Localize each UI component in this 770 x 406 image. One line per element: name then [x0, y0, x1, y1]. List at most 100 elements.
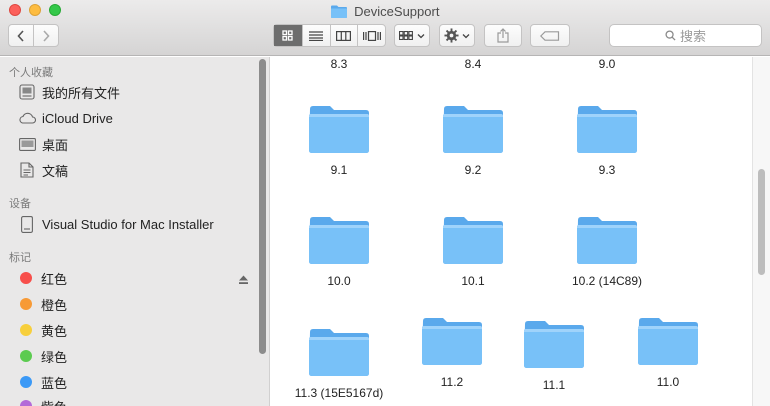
yellow-tag-dot	[20, 324, 32, 336]
gear-icon	[444, 28, 459, 43]
folder-item[interactable]: 10.1	[418, 215, 528, 288]
forward-button[interactable]	[33, 25, 58, 46]
chevron-down-icon	[462, 33, 470, 38]
share-button[interactable]	[484, 24, 522, 47]
desktop-icon	[18, 136, 36, 152]
green-tag-dot	[20, 350, 32, 362]
gallery-view-button[interactable]	[357, 25, 385, 46]
folder-label: 10.2 (14C89)	[571, 274, 643, 288]
sidebar-tag-blue[interactable]: 蓝色	[18, 371, 67, 393]
folder-label[interactable]: 8.3	[284, 57, 394, 71]
document-icon	[18, 162, 36, 178]
navigation-buttons	[8, 24, 59, 47]
folder-item[interactable]: 11.2	[397, 316, 507, 389]
sidebar-item-all-files[interactable]: 我的所有文件	[18, 81, 120, 103]
sidebar-item-label: 蓝色	[41, 375, 68, 391]
sidebar-item-vs-installer[interactable]: Visual Studio for Mac Installer	[18, 213, 214, 235]
folder-icon	[524, 321, 584, 368]
folder-label: 11.1	[542, 378, 566, 392]
sidebar: 个人收藏 我的所有文件 iCloud Drive 桌面 文稿 设备 Visual…	[0, 57, 270, 406]
coverflow-icon	[362, 30, 381, 41]
folder-item[interactable]: 10.0	[284, 215, 394, 288]
orange-tag-dot	[20, 298, 32, 310]
sidebar-tag-red[interactable]: 红色	[18, 267, 67, 289]
search-input[interactable]: 搜索	[609, 24, 762, 47]
folder-label[interactable]: 9.0	[552, 57, 662, 71]
favorites-header: 个人收藏	[9, 67, 53, 79]
disk-icon	[18, 215, 36, 233]
sidebar-tag-yellow[interactable]: 黄色	[18, 319, 67, 341]
sidebar-item-desktop[interactable]: 桌面	[18, 133, 68, 155]
folder-icon	[309, 106, 369, 153]
window-title: DeviceSupport	[354, 4, 440, 20]
folder-item[interactable]: 9.1	[284, 104, 394, 177]
folder-label: 9.3	[598, 163, 616, 177]
blue-tag-dot	[20, 376, 32, 388]
folder-icon	[422, 318, 482, 365]
sidebar-tag-orange[interactable]: 橙色	[18, 293, 67, 315]
folder-icon	[443, 217, 503, 264]
icon-view-button[interactable]	[274, 25, 302, 46]
folder-item[interactable]: 11.0	[613, 316, 723, 389]
folder-label: 9.1	[330, 163, 348, 177]
folder-label: 11.0	[656, 375, 680, 389]
folder-label: 10.1	[461, 274, 485, 288]
folder-item[interactable]: 10.2 (14C89)	[552, 215, 662, 288]
share-icon	[497, 28, 509, 43]
all-files-icon	[18, 84, 36, 100]
edit-tags-button[interactable]	[530, 24, 570, 47]
list-view-button[interactable]	[301, 25, 330, 46]
folder-icon	[577, 217, 637, 264]
action-menu-button[interactable]	[439, 24, 475, 47]
tags-header: 标记	[9, 252, 31, 264]
folder-item[interactable]: 9.3	[552, 104, 662, 177]
sidebar-item-icloud-drive[interactable]: iCloud Drive	[18, 107, 113, 129]
sidebar-item-label: 桌面	[42, 137, 69, 153]
sidebar-item-label: iCloud Drive	[42, 110, 113, 126]
folder-icon	[577, 106, 637, 153]
search-icon	[665, 30, 676, 41]
window-toolbar: DeviceSupport 搜索	[0, 0, 770, 56]
file-browser: 8.3 8.4 9.0 9.1 9.2 9.3 10.0 10.1 10.2 (…	[271, 57, 770, 406]
eject-icon[interactable]	[238, 275, 249, 285]
folder-item[interactable]: 11.1	[499, 319, 609, 392]
column-view-button[interactable]	[329, 25, 358, 46]
sidebar-tag-purple[interactable]: 紫色	[18, 395, 67, 406]
folder-label: 10.0	[327, 274, 351, 288]
search-placeholder: 搜索	[679, 29, 706, 44]
chevron-down-icon	[417, 33, 425, 38]
sidebar-item-label: 红色	[41, 271, 68, 287]
sidebar-item-label: 黄色	[41, 323, 68, 339]
folder-label: 9.2	[464, 163, 482, 177]
chevron-right-icon	[43, 29, 50, 42]
sidebar-item-label: 橙色	[41, 297, 68, 313]
folder-icon	[638, 318, 698, 365]
columns-icon	[336, 30, 352, 41]
arrange-grid-icon	[399, 31, 413, 40]
sidebar-item-label: 绿色	[41, 349, 68, 365]
scrollbar-thumb[interactable]	[758, 169, 765, 275]
red-tag-dot	[20, 272, 32, 284]
view-mode-switcher	[273, 24, 386, 47]
devices-header: 设备	[9, 198, 31, 210]
folder-label: 11.3 (15E5167d)	[294, 386, 384, 400]
sidebar-item-label: 我的所有文件	[42, 85, 121, 101]
folder-icon	[443, 106, 503, 153]
folder-item[interactable]: 11.3 (15E5167d)	[284, 327, 394, 400]
back-button[interactable]	[9, 25, 33, 46]
sidebar-scrollbar[interactable]	[259, 59, 266, 354]
group-by-button[interactable]	[394, 24, 430, 47]
folder-label: 11.2	[440, 375, 464, 389]
sidebar-tag-green[interactable]: 绿色	[18, 345, 67, 367]
folder-icon	[330, 5, 347, 19]
folder-label[interactable]: 8.4	[418, 57, 528, 71]
purple-tag-dot	[20, 400, 32, 406]
sidebar-item-documents[interactable]: 文稿	[18, 159, 68, 181]
folder-icon	[309, 329, 369, 376]
chevron-left-icon	[17, 29, 24, 42]
folder-item[interactable]: 9.2	[418, 104, 528, 177]
list-icon	[309, 30, 324, 41]
title-area: DeviceSupport	[0, 3, 770, 21]
cloud-icon	[18, 110, 36, 126]
folder-icon	[309, 217, 369, 264]
